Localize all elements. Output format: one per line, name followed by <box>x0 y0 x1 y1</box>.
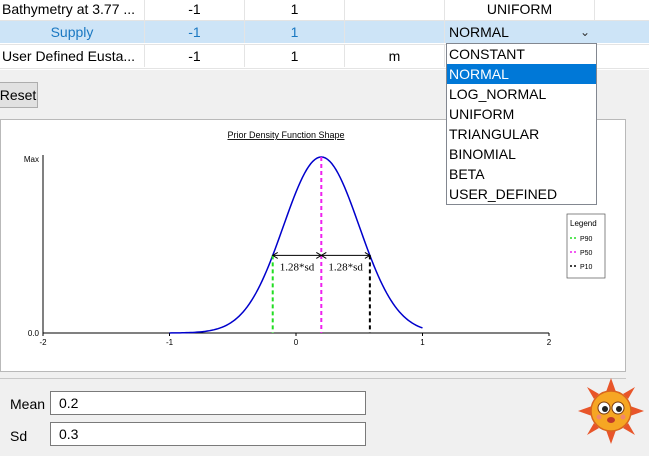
row-name-cell[interactable]: Bathymetry at 3.77 ... <box>0 0 145 20</box>
row-unit-cell[interactable]: m <box>345 45 445 67</box>
y-tick-label-max: Max <box>24 155 39 164</box>
table-row[interactable]: Bathymetry at 3.77 ... -1 1 UNIFORM <box>0 0 649 20</box>
dropdown-option-triangular[interactable]: TRIANGULAR <box>447 124 596 144</box>
x-tick-label: -2 <box>39 338 47 347</box>
dropdown-option-constant[interactable]: CONSTANT <box>447 44 596 64</box>
dropdown-option-binomial[interactable]: BINOMIAL <box>447 144 596 164</box>
sd-label-right: 1.28*sd <box>328 261 363 273</box>
sd-input[interactable]: 0.3 <box>50 422 366 446</box>
dropdown-option-uniform[interactable]: UNIFORM <box>447 104 596 124</box>
mean-label: Mean <box>10 396 46 412</box>
mean-input[interactable]: 0.2 <box>50 391 366 415</box>
dropdown-option-user-defined[interactable]: USER_DEFINED <box>447 184 596 204</box>
x-tick-label: 2 <box>547 338 552 347</box>
x-tick-label: 0 <box>294 338 299 347</box>
legend-item-p90: P90 <box>580 236 593 243</box>
sun-mascot-icon <box>578 378 644 444</box>
row-unit-cell[interactable] <box>345 21 445 43</box>
row-min-cell[interactable]: -1 <box>145 21 245 43</box>
legend-item-p10: P10 <box>580 264 593 271</box>
row-min-cell[interactable]: -1 <box>145 0 245 20</box>
distribution-combo[interactable]: NORMAL ⌄ <box>446 22 596 42</box>
dropdown-option-normal[interactable]: NORMAL <box>447 64 596 84</box>
x-tick-label: -1 <box>166 338 174 347</box>
row-name-cell[interactable]: User Defined Eusta... <box>0 45 145 67</box>
separator <box>0 378 626 379</box>
x-ticks: -2 -1 0 1 2 <box>39 333 552 347</box>
distribution-dropdown-list[interactable]: CONSTANT NORMAL LOG_NORMAL UNIFORM TRIAN… <box>446 43 597 205</box>
chart-title: Prior Density Function Shape <box>227 130 344 140</box>
density-curve <box>169 156 423 334</box>
row-max-cell[interactable]: 1 <box>245 0 345 20</box>
y-tick-label-zero: 0.0 <box>28 329 40 338</box>
legend-item-p50: P50 <box>580 250 593 257</box>
row-distribution-cell[interactable]: UNIFORM <box>445 0 595 20</box>
legend-title: Legend <box>570 219 597 228</box>
row-unit-cell[interactable] <box>345 0 445 20</box>
sd-label-left: 1.28*sd <box>280 261 315 273</box>
row-name-cell[interactable]: Supply <box>0 21 145 43</box>
x-tick-label: 1 <box>420 338 425 347</box>
sd-label: Sd <box>10 428 28 444</box>
dropdown-option-log-normal[interactable]: LOG_NORMAL <box>447 84 596 104</box>
legend: Legend P90 P50 P10 <box>566 213 606 279</box>
distribution-combo-value: NORMAL <box>449 24 509 40</box>
chevron-down-icon[interactable]: ⌄ <box>580 22 590 42</box>
row-max-cell[interactable]: 1 <box>245 21 345 43</box>
reset-button[interactable]: Reset <box>0 82 38 108</box>
dropdown-option-beta[interactable]: BETA <box>447 164 596 184</box>
percentile-markers <box>271 157 371 333</box>
row-max-cell[interactable]: 1 <box>245 45 345 67</box>
row-min-cell[interactable]: -1 <box>145 45 245 67</box>
